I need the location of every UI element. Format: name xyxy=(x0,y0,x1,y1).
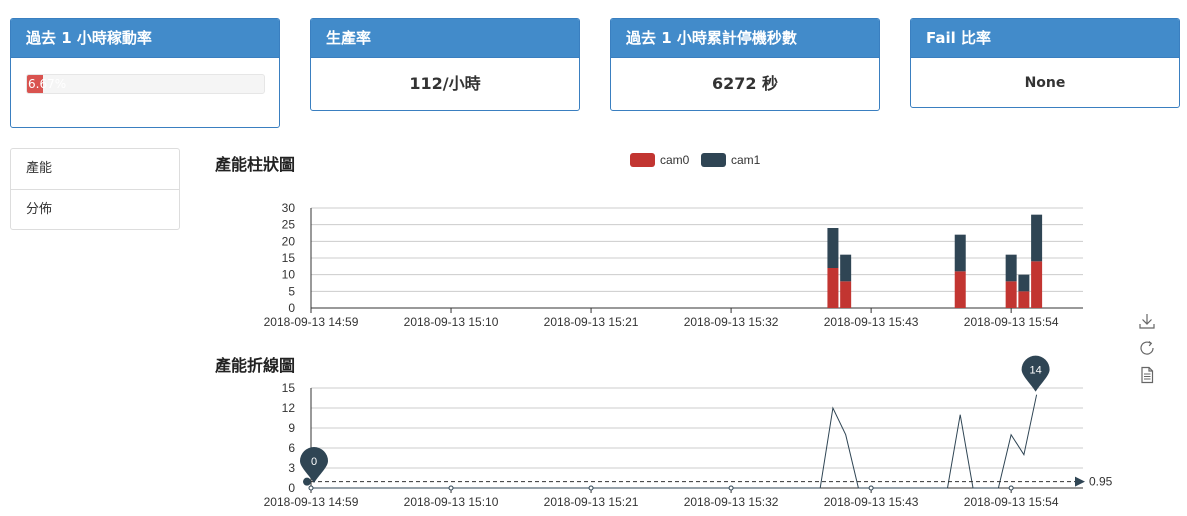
bar-y-tick-label: 20 xyxy=(282,234,296,248)
uptime-progress-text: 6.67% xyxy=(28,77,67,91)
line-series-path xyxy=(311,394,1038,489)
downtime-value: 6272 秒 xyxy=(711,74,779,93)
mark-line-start-dot xyxy=(303,477,311,486)
line-point xyxy=(308,485,314,491)
mark-line-arrow xyxy=(1075,476,1085,487)
bar-y-tick-label: 15 xyxy=(282,251,296,265)
mark-line-label: 0.95 xyxy=(1089,475,1113,489)
bar-x-tick-label: 2018-09-13 15:21 xyxy=(544,315,639,329)
line-point xyxy=(1008,485,1014,491)
bar-cam1 xyxy=(1031,214,1043,262)
bar-y-tick-label: 25 xyxy=(282,218,296,232)
line-y-tick-label: 6 xyxy=(288,441,295,455)
max-pin-marker xyxy=(1021,355,1050,392)
fail-rate-title: Fail 比率 xyxy=(911,19,1179,58)
bar-cam1 xyxy=(1005,254,1017,282)
line-point xyxy=(728,485,734,491)
refresh-icon[interactable] xyxy=(1138,339,1156,357)
uptime-progress-bar: 6.67% xyxy=(26,74,265,94)
line-y-tick-label: 9 xyxy=(288,421,295,435)
line-point xyxy=(868,485,874,491)
line-x-tick-label: 2018-09-13 15:54 xyxy=(964,495,1059,509)
bar-x-tick-label: 2018-09-13 15:32 xyxy=(684,315,779,329)
bar-x-tick-label: 2018-09-13 14:59 xyxy=(264,315,359,329)
line-point xyxy=(588,485,594,491)
min-pin-marker-label: 0 xyxy=(311,456,317,468)
bar-cam1 xyxy=(954,234,966,272)
uptime-card: 過去 1 小時稼動率 6.67% xyxy=(10,18,280,128)
download-icon[interactable] xyxy=(1138,312,1156,330)
legend-swatch-cam0 xyxy=(630,153,655,167)
legend-swatch-cam1 xyxy=(701,153,726,167)
bar-chart-title: 產能柱狀圖 xyxy=(215,155,296,174)
bar-cam0 xyxy=(954,271,966,308)
line-x-tick-label: 2018-09-13 14:59 xyxy=(264,495,359,509)
bar-cam1 xyxy=(840,254,852,282)
line-x-tick-label: 2018-09-13 15:43 xyxy=(824,495,919,509)
bar-y-tick-label: 0 xyxy=(288,301,295,315)
production-rate-card: 生產率 112/小時 xyxy=(310,18,580,111)
bar-cam0 xyxy=(1018,291,1030,308)
bar-cam0 xyxy=(827,268,839,308)
downtime-title: 過去 1 小時累計停機秒數 xyxy=(611,19,879,58)
nav-item-capacity[interactable]: 產能 xyxy=(11,149,179,189)
line-y-tick-label: 0 xyxy=(288,481,295,495)
line-x-tick-label: 2018-09-13 15:21 xyxy=(544,495,639,509)
legend-label-cam1: cam1 xyxy=(731,153,761,167)
bar-x-tick-label: 2018-09-13 15:10 xyxy=(404,315,499,329)
bar-y-tick-label: 30 xyxy=(282,201,296,215)
fail-rate-value: None xyxy=(1024,75,1066,91)
bar-cam0 xyxy=(840,281,852,308)
nav-item-distribution[interactable]: 分佈 xyxy=(11,189,179,230)
line-y-tick-label: 15 xyxy=(282,381,296,395)
line-point xyxy=(448,485,454,491)
bar-y-tick-label: 10 xyxy=(282,268,296,282)
bar-cam0 xyxy=(1031,261,1043,308)
chart-nav: 產能 分佈 xyxy=(10,148,180,230)
production-rate-title: 生產率 xyxy=(311,19,579,58)
legend-label-cam0: cam0 xyxy=(660,153,690,167)
max-pin-marker-label: 14 xyxy=(1029,365,1041,377)
downtime-card: 過去 1 小時累計停機秒數 6272 秒 xyxy=(610,18,880,111)
bar-y-tick-label: 5 xyxy=(288,284,295,298)
line-y-tick-label: 12 xyxy=(282,401,296,415)
bar-x-tick-label: 2018-09-13 15:54 xyxy=(964,315,1059,329)
bar-cam1 xyxy=(827,228,839,268)
data-view-icon[interactable] xyxy=(1138,366,1156,384)
line-x-tick-label: 2018-09-13 15:32 xyxy=(684,495,779,509)
line-x-tick-label: 2018-09-13 15:10 xyxy=(404,495,499,509)
production-rate-value: 112/小時 xyxy=(409,74,481,93)
bar-x-tick-label: 2018-09-13 15:43 xyxy=(824,315,919,329)
uptime-card-title: 過去 1 小時稼動率 xyxy=(11,19,279,58)
min-pin-marker xyxy=(300,447,328,483)
bar-cam0 xyxy=(1005,281,1017,308)
fail-rate-card: Fail 比率 None xyxy=(910,18,1180,108)
line-y-tick-label: 3 xyxy=(288,461,295,475)
bar-cam1 xyxy=(1018,274,1030,292)
line-chart-title: 產能折線圖 xyxy=(215,356,296,375)
